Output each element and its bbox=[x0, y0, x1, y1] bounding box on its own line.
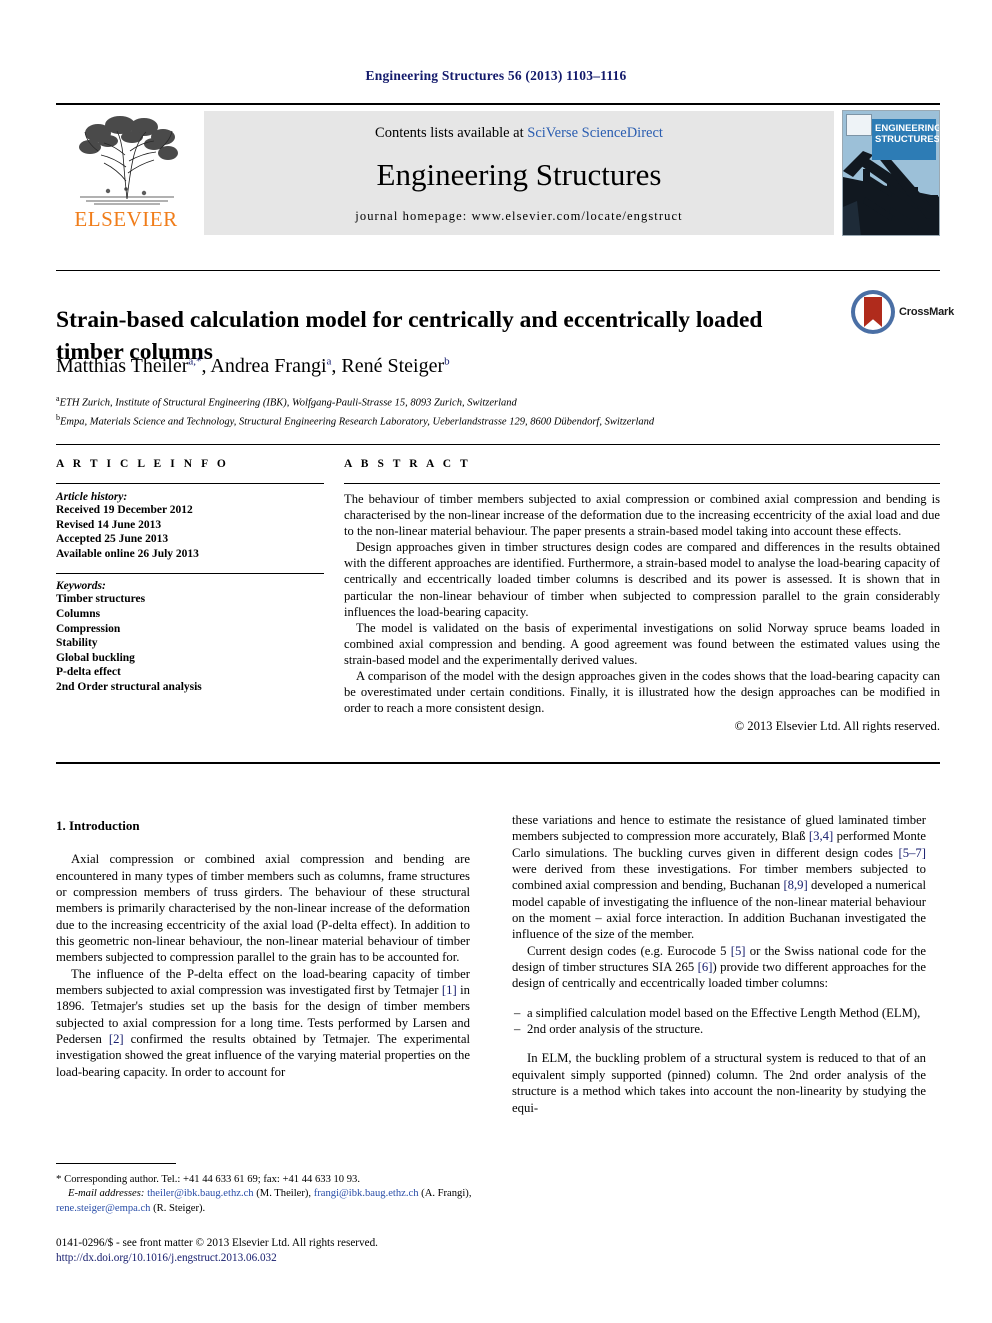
author-2: Andrea Frangia bbox=[210, 355, 331, 377]
footnote-divider bbox=[56, 1163, 176, 1164]
keywords-block: Keywords: Timber structures Columns Comp… bbox=[56, 580, 324, 694]
journal-cover-thumbnail: ENGINEERING STRUCTURES bbox=[842, 110, 940, 236]
contents-prefix: Contents lists available at bbox=[375, 125, 528, 141]
history-revised: Revised 14 June 2013 bbox=[56, 518, 162, 531]
list-item: a simplified calculation model based on … bbox=[512, 1005, 926, 1022]
article-info-column: A R T I C L E I N F O Article history: R… bbox=[56, 458, 324, 695]
journal-masthead: ELSEVIER Contents lists available at Sci… bbox=[56, 103, 940, 236]
sciencedirect-link[interactable]: SciVerse ScienceDirect bbox=[527, 125, 663, 141]
abstract-heading: A B S T R A C T bbox=[344, 458, 471, 470]
author-1: Matthias Theilera,* bbox=[56, 355, 202, 377]
author-1-name: Matthias Theiler bbox=[56, 355, 189, 377]
body-paragraph: In ELM, the buckling problem of a struct… bbox=[512, 1051, 926, 1115]
citation-link[interactable]: [5] bbox=[731, 944, 746, 958]
keyword-item: Timber structures bbox=[56, 593, 146, 606]
abstract-paragraph: Design approaches given in timber struct… bbox=[344, 540, 940, 619]
author-3: René Steigerb bbox=[341, 355, 449, 377]
abstract-rule bbox=[344, 483, 940, 484]
masthead-banner: Contents lists available at SciVerse Sci… bbox=[204, 111, 834, 235]
email-addresses-label: E-mail addresses: bbox=[68, 1188, 145, 1200]
email-owner: (A. Frangi), bbox=[418, 1188, 472, 1200]
cover-title-box: ENGINEERING STRUCTURES bbox=[872, 119, 940, 160]
running-head: Engineering Structures 56 (2013) 1103–11… bbox=[365, 68, 627, 83]
article-info-rule bbox=[56, 483, 324, 484]
citation-link[interactable]: [6] bbox=[698, 960, 713, 974]
affiliation-b: bEmpa, Materials Science and Technology,… bbox=[56, 411, 936, 430]
issn-copyright-block: 0141-0296/$ - see front matter © 2013 El… bbox=[56, 1236, 556, 1266]
keyword-item: Columns bbox=[56, 607, 101, 620]
footnote-block: * Corresponding author. Tel.: +41 44 633… bbox=[56, 1172, 476, 1216]
citation-link[interactable]: [5–7] bbox=[899, 846, 926, 860]
keyword-item: Compression bbox=[56, 622, 121, 635]
body-paragraph: Axial compression or combined axial comp… bbox=[56, 852, 470, 965]
history-online: Available online 26 July 2013 bbox=[56, 547, 199, 560]
keywords-label: Keywords: bbox=[56, 580, 106, 593]
history-accepted: Accepted 25 June 2013 bbox=[56, 533, 169, 546]
keyword-item: 2nd Order structural analysis bbox=[56, 680, 202, 693]
body-paragraph: The influence of the P-delta effect on t… bbox=[56, 966, 470, 1080]
cover-title-line2: STRUCTURES bbox=[875, 134, 940, 145]
cover-publisher-badge bbox=[846, 114, 872, 136]
journal-title: Engineering Structures bbox=[376, 157, 662, 192]
corresponding-author-note: * Corresponding author. Tel.: +41 44 633… bbox=[56, 1172, 476, 1187]
abstract-bottom-divider bbox=[56, 762, 940, 764]
email-link-theiler[interactable]: theiler@ibk.baug.ethz.ch bbox=[147, 1188, 254, 1199]
history-received: Received 19 December 2012 bbox=[56, 504, 193, 516]
citation-link[interactable]: [2] bbox=[109, 1032, 124, 1046]
list-item: 2nd order analysis of the structure. bbox=[512, 1021, 926, 1038]
affiliation-a: aETH Zurich, Institute of Structural Eng… bbox=[56, 392, 936, 411]
affiliation-list: aETH Zurich, Institute of Structural Eng… bbox=[56, 392, 936, 429]
issn-line: 0141-0296/$ - see front matter © 2013 El… bbox=[56, 1237, 378, 1249]
body-paragraph: these variations and hence to estimate t… bbox=[512, 812, 926, 943]
journal-homepage-link[interactable]: journal homepage: www.elsevier.com/locat… bbox=[204, 209, 834, 224]
paragraph-text: Current design codes (e.g. Eurocode 5 bbox=[527, 943, 731, 958]
keyword-item: Stability bbox=[56, 637, 98, 650]
abstract-paragraph: A comparison of the model with the desig… bbox=[344, 669, 940, 716]
keywords-rule bbox=[56, 573, 324, 575]
crossmark-badge[interactable]: CrossMark bbox=[851, 290, 954, 338]
author-3-name: René Steiger bbox=[341, 355, 445, 377]
body-column-left: 1. Introduction Axial compression or com… bbox=[56, 818, 470, 1080]
elsevier-wordmark: ELSEVIER bbox=[74, 207, 178, 231]
email-note: E-mail addresses: theiler@ibk.baug.ethz.… bbox=[56, 1187, 476, 1216]
author-1-marks: a,* bbox=[188, 355, 202, 368]
author-list: Matthias Theilera,*, Andrea Frangia, Ren… bbox=[56, 355, 450, 377]
elsevier-logo: ELSEVIER bbox=[56, 111, 196, 235]
crossmark-label: CrossMark bbox=[899, 306, 955, 318]
elsevier-tree-icon bbox=[79, 116, 178, 205]
abstract-paragraph: The model is validated on the basis of e… bbox=[344, 620, 940, 667]
email-link-frangi[interactable]: frangi@ibk.baug.ethz.ch bbox=[314, 1188, 419, 1199]
article-info-heading: A R T I C L E I N F O bbox=[56, 458, 229, 470]
cover-title-line1: ENGINEERING bbox=[875, 123, 940, 134]
section-heading-introduction: 1. Introduction bbox=[56, 818, 140, 833]
paper-page: Engineering Structures 56 (2013) 1103–11… bbox=[0, 0, 992, 1323]
doi-link[interactable]: http://dx.doi.org/10.1016/j.engstruct.20… bbox=[56, 1251, 556, 1266]
citation-link[interactable]: [8,9] bbox=[783, 878, 807, 892]
author-2-marks: a bbox=[326, 355, 332, 368]
title-divider bbox=[56, 270, 940, 271]
affiliation-a-text: ETH Zurich, Institute of Structural Engi… bbox=[59, 397, 517, 409]
keyword-item: P-delta effect bbox=[56, 666, 121, 679]
email-link-steiger[interactable]: rene.steiger@empa.ch bbox=[56, 1203, 150, 1214]
keyword-item: Global buckling bbox=[56, 651, 135, 664]
abstract-column: A B S T R A C T The behaviour of timber … bbox=[344, 458, 940, 734]
info-divider bbox=[56, 444, 940, 445]
affiliation-b-text: Empa, Materials Science and Technology, … bbox=[60, 416, 655, 427]
abstract-paragraph: The behaviour of timber members subjecte… bbox=[344, 492, 940, 539]
author-3-marks: b bbox=[444, 355, 450, 368]
asterisk-icon: * bbox=[56, 1173, 62, 1185]
paragraph-text: The influence of the P-delta effect on t… bbox=[56, 966, 470, 998]
approach-list: a simplified calculation model based on … bbox=[512, 1005, 926, 1038]
body-paragraph: Current design codes (e.g. Eurocode 5 [5… bbox=[512, 943, 926, 992]
email-owner: (R. Steiger). bbox=[150, 1202, 206, 1214]
author-2-name: Andrea Frangi bbox=[210, 355, 327, 377]
citation-link[interactable]: [3,4] bbox=[809, 829, 833, 843]
corresponding-author-text: Corresponding author. Tel.: +41 44 633 6… bbox=[64, 1174, 360, 1185]
citation-link[interactable]: [1] bbox=[442, 983, 457, 997]
abstract-copyright: © 2013 Elsevier Ltd. All rights reserved… bbox=[734, 719, 940, 734]
email-owner: (M. Theiler), bbox=[253, 1188, 314, 1200]
body-column-right: these variations and hence to estimate t… bbox=[512, 812, 926, 1116]
article-history-label: Article history: bbox=[56, 491, 128, 503]
contents-available-line: Contents lists available at SciVerse Sci… bbox=[204, 125, 834, 142]
